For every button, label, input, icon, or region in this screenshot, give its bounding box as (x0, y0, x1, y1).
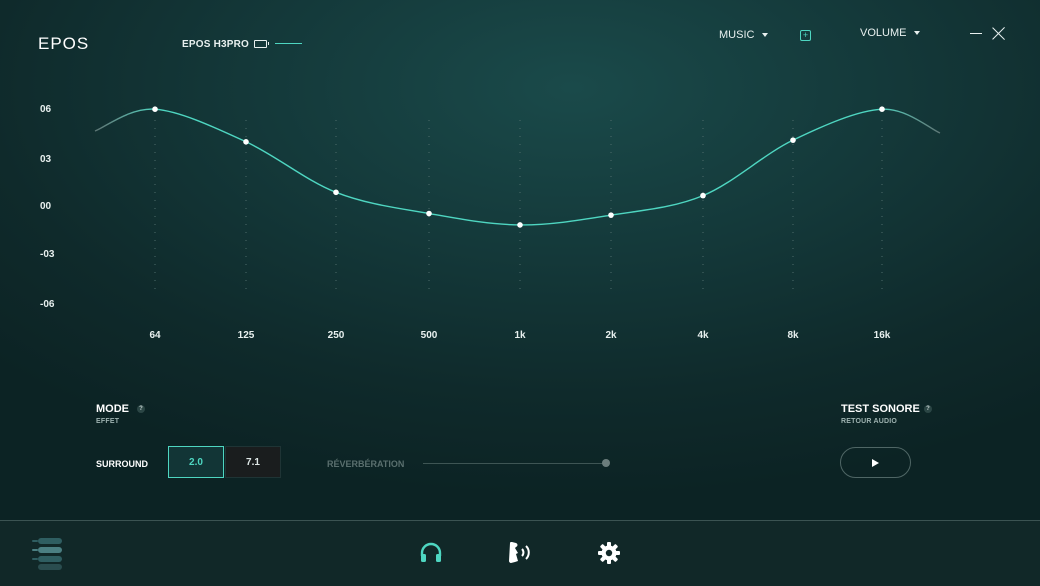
eq-band-handle-250[interactable] (333, 189, 339, 196)
test-title: TEST SONORE (841, 403, 920, 415)
eq-band-handle-16k[interactable] (879, 106, 885, 112)
surround-option-2-0[interactable]: 2.0 (168, 446, 224, 478)
help-icon[interactable]: ? (924, 405, 932, 413)
eq-band-handle-125[interactable] (243, 139, 249, 145)
surround-option-7-1[interactable]: 7.1 (225, 446, 281, 478)
mode-title: MODE (96, 403, 129, 415)
test-subtitle: RETOUR AUDIO (841, 418, 898, 425)
play-test-button[interactable] (840, 447, 911, 478)
help-icon[interactable]: ? (137, 405, 145, 413)
reverb-slider-handle[interactable] (602, 459, 610, 467)
eq-band-handle-8k[interactable] (790, 137, 796, 143)
bottom-navigation (0, 520, 1040, 586)
surround-label: SURROUND (96, 459, 149, 469)
eq-band-handle-64[interactable] (152, 106, 158, 112)
sidetone-icon[interactable] (507, 541, 533, 565)
eq-band-handle-4k[interactable] (700, 192, 706, 199)
menu-icon[interactable] (28, 536, 64, 572)
reverb-slider-track[interactable] (423, 463, 606, 464)
play-icon (872, 458, 879, 467)
equalizer-chart[interactable] (0, 0, 1040, 360)
headphones-icon[interactable] (419, 542, 443, 564)
eq-band-handle-2k[interactable] (608, 212, 614, 218)
eq-band-handle-500[interactable] (426, 210, 432, 217)
reverb-label: RÉVERBÉRATION (327, 459, 405, 469)
eq-band-handle-1k[interactable] (517, 222, 523, 228)
settings-icon[interactable] (597, 541, 621, 565)
mode-subtitle: EFFET (96, 418, 120, 425)
eq-curve (94, 108, 941, 226)
